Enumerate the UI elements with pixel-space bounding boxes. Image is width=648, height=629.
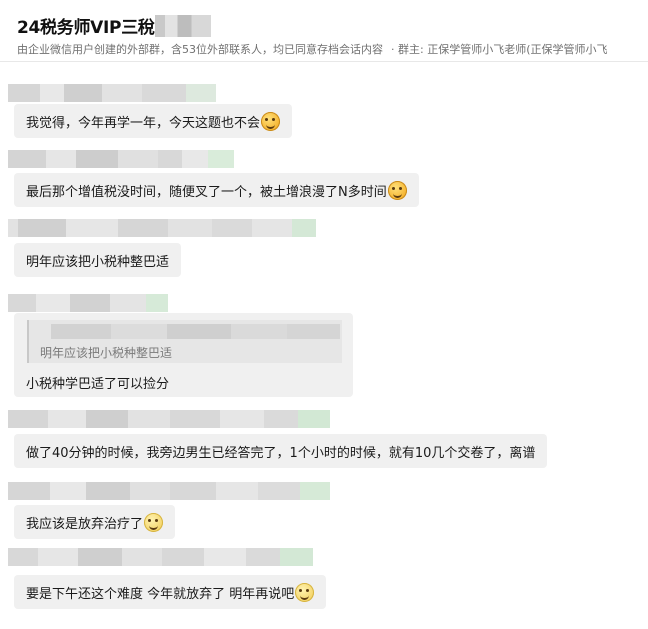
message-text: 我应该是放弃治疗了: [26, 516, 144, 532]
chat-header: 24税务师VIP三稅 由企业微信用户创建的外部群，含53位外部联系人，均已同意存…: [0, 0, 648, 62]
reply-text: 小税种学巴适了可以捡分: [26, 377, 170, 392]
group-description: 由企业微信用户创建的外部群，含53位外部联系人，均已同意存档会话内容: [17, 43, 383, 56]
message-bubble[interactable]: 做了40分钟的时候，我旁边男生已经答完了，1个小时的时候，就有10几个交卷了，离…: [14, 434, 548, 468]
group-title[interactable]: 24税务师VIP三稅: [17, 13, 155, 38]
group-owner[interactable]: · 群主: 正保学管师小飞老师(正保学管师小飞: [391, 43, 608, 56]
sender-name-redacted: [8, 294, 168, 312]
message-text: 做了40分钟的时候，我旁边男生已经答完了，1个小时的时候，就有10几个交卷了，离…: [26, 445, 536, 461]
facepalm-emoji-icon: [387, 180, 407, 200]
title-row: 24税务师VIP三稅: [17, 13, 211, 38]
sender-name-redacted: [8, 84, 216, 102]
quoted-text: 明年应该把小税种整巴适: [40, 346, 173, 360]
worried-emoji-icon: [295, 582, 315, 602]
message-text: 要是下午还这个难度 今年就放弃了 明年再说吧: [26, 586, 295, 602]
title-redaction-mask: [154, 14, 211, 37]
message-text: 最后那个增值税没时间，随便叉了一个，被土增浪漫了N多时间: [26, 184, 387, 200]
facepalm-emoji-icon: [261, 111, 281, 131]
sender-name-redacted: [8, 410, 330, 428]
quoted-message[interactable]: 明年应该把小税种整巴适: [27, 320, 342, 363]
sender-name-redacted: [8, 150, 234, 168]
message-bubble[interactable]: 最后那个增值税没时间，随便叉了一个，被土增浪漫了N多时间: [14, 173, 419, 207]
chat-scrollbar[interactable]: [644, 62, 648, 629]
sender-name-redacted: [8, 219, 316, 237]
message-bubble[interactable]: 要是下午还这个难度 今年就放弃了 明年再说吧: [14, 575, 327, 609]
message-text: 明年应该把小税种整巴适: [26, 254, 170, 270]
message-text: 我觉得，今年再学一年，今天这题也不会: [26, 115, 261, 131]
message-bubble[interactable]: 我觉得，今年再学一年，今天这题也不会: [14, 104, 293, 138]
sender-name-redacted: [8, 548, 313, 566]
quote-reply-bubble[interactable]: 明年应该把小税种整巴适 小税种学巴适了可以捡分: [14, 313, 353, 397]
message-bubble[interactable]: 明年应该把小税种整巴适: [14, 243, 182, 277]
sender-name-redacted: [8, 482, 330, 500]
group-subtitle: 由企业微信用户创建的外部群，含53位外部联系人，均已同意存档会话内容 · 群主: …: [17, 41, 608, 57]
shushing-emoji-icon: [144, 512, 164, 532]
quoted-sender-redacted: [51, 324, 340, 339]
message-bubble[interactable]: 我应该是放弃治疗了: [14, 505, 176, 539]
